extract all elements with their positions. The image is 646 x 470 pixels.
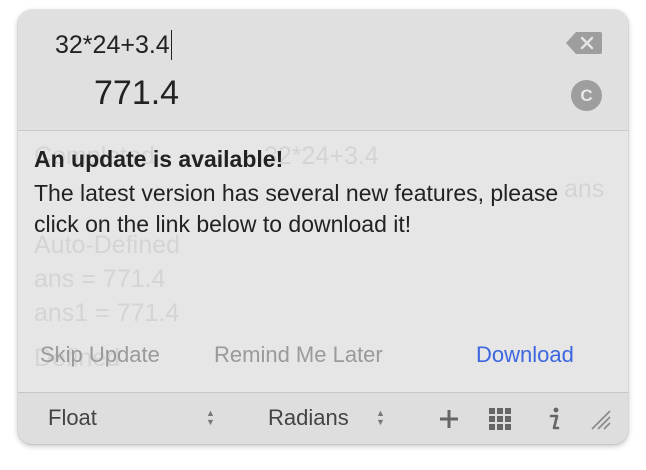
update-message: The latest version has several new featu… [34, 180, 559, 237]
calculator-window: 32*24+3.4 771.4 C Completed 32*24+3.4 an… [18, 10, 628, 444]
backspace-icon[interactable] [566, 32, 602, 54]
text-caret [170, 30, 173, 60]
footer-toolbar: Float ▲ ▼ Radians ▲ ▼ [18, 392, 628, 444]
angle-mode-value: Radians [268, 405, 349, 430]
update-title: An update is available! [34, 146, 284, 172]
skip-update-button[interactable]: Skip Update [40, 342, 160, 368]
expression-text: 32*24+3.4 [55, 30, 170, 59]
clear-label: C [580, 85, 593, 105]
number-mode-select[interactable]: Float ▲ ▼ [48, 403, 220, 433]
history-variable: ans1 = 771.4 [34, 299, 180, 327]
history-row: ans1 = 771.4 [34, 297, 179, 330]
result-value: 771.4 [94, 74, 180, 112]
up-down-arrows-icon: ▲ ▼ [376, 408, 385, 427]
history-variable: ans = 771.4 [34, 265, 166, 293]
calculator-display: 32*24+3.4 771.4 C [18, 10, 628, 131]
remind-later-button[interactable]: Remind Me Later [214, 342, 383, 368]
history-row: ans = 771.4 [34, 263, 165, 296]
info-icon[interactable] [540, 405, 568, 433]
download-button[interactable]: Download [476, 342, 574, 368]
clear-icon[interactable]: C [571, 80, 602, 111]
plus-icon[interactable] [435, 405, 463, 433]
up-down-arrows-icon: ▲ ▼ [206, 408, 215, 427]
expression-input[interactable]: 32*24+3.4 [55, 30, 173, 60]
number-mode-value: Float [48, 405, 97, 430]
resize-handle-icon[interactable] [586, 405, 614, 433]
update-actions: Skip Update Remind Me Later Download [18, 342, 628, 378]
angle-mode-select[interactable]: Radians ▲ ▼ [268, 403, 388, 433]
grid-icon[interactable] [486, 405, 514, 433]
